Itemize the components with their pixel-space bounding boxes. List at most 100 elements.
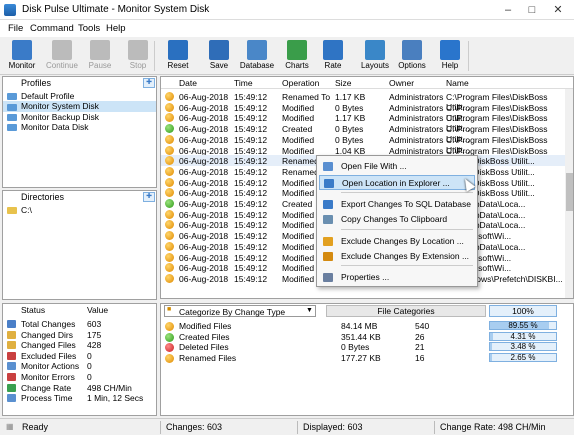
cell-op: Modified [282, 241, 315, 252]
toolbar-help-button[interactable]: Help [430, 38, 470, 74]
scrollbar-thumb[interactable] [566, 173, 573, 211]
status-icon [165, 92, 174, 101]
menu-tools[interactable]: Tools [78, 23, 100, 34]
menu-separator [341, 192, 473, 193]
table-row[interactable]: 06-Aug-2018 15:49:12 Renamed To 1.17 KB Admi… [161, 91, 565, 112]
table-row[interactable]: 06-Aug-2018 15:49:12 Created 0 Bytes Adminis… [161, 123, 565, 144]
context-menu-item[interactable]: Open File With ... [319, 159, 475, 174]
toolbar-rate-button[interactable]: Rate [313, 38, 353, 74]
profile-icon [7, 114, 17, 122]
open-file-icon [323, 162, 333, 171]
cell-date: 06-Aug-2018 [179, 113, 229, 124]
cell-date: 06-Aug-2018 [179, 188, 229, 199]
stop-icon [128, 40, 148, 60]
maximize-button[interactable]: □ [522, 2, 542, 18]
profile-icon [7, 103, 17, 111]
profile-icon [7, 93, 17, 101]
toolbar-charts-button[interactable]: Charts [277, 38, 317, 74]
context-menu-item[interactable]: Copy Changes To Clipboard [319, 212, 475, 227]
window-title: Disk Pulse Ultimate - Monitor System Dis… [22, 4, 210, 15]
profile-item[interactable]: Monitor Data Disk [3, 122, 156, 132]
cell-time: 15:49:12 [234, 263, 268, 274]
profile-label: Monitor Backup Disk [21, 111, 99, 122]
status-ready: Ready [22, 422, 49, 432]
context-menu-item[interactable]: Export Changes To SQL Database [319, 197, 475, 212]
menu-help[interactable]: Help [106, 23, 126, 34]
cell-date: 06-Aug-2018 [179, 177, 229, 188]
category-row[interactable]: Renamed Files 177.27 KB 16 2.65 % [161, 353, 573, 364]
profile-item[interactable]: Monitor Backup Disk [3, 112, 156, 122]
status-icon [165, 220, 174, 230]
profile-item[interactable]: Default Profile [3, 91, 156, 101]
toolbar-save-button[interactable]: Save [199, 38, 239, 74]
status-icon [165, 156, 174, 166]
category-row[interactable]: Deleted Files 0 Bytes 21 3.48 % [161, 342, 573, 353]
col-date[interactable]: Date [179, 78, 197, 88]
context-menu-item[interactable]: Exclude Changes By Extension ... [319, 249, 475, 264]
file-categories-button[interactable]: File Categories [326, 305, 486, 317]
options-icon [402, 40, 422, 60]
category-percent: 89.55 % [508, 321, 538, 330]
stats-label: Excluded Files [21, 350, 77, 361]
menu-separator [341, 229, 473, 230]
profiles-collapse-icon[interactable]: ✚ [143, 78, 155, 88]
table-row[interactable]: 06-Aug-2018 15:49:12 Modified 1.17 KB Admini… [161, 112, 565, 133]
col-time[interactable]: Time [234, 78, 253, 88]
status-divider [434, 421, 435, 434]
directory-item[interactable]: C:\ [3, 205, 156, 215]
profile-item[interactable]: Monitor System Disk [3, 101, 156, 112]
folder-icon [7, 207, 17, 215]
close-button[interactable]: ✕ [548, 2, 568, 18]
cell-owner: Administrators [389, 102, 444, 113]
categorize-dropdown[interactable]: ■ Categorize By Change Type ▼ [164, 305, 316, 317]
table-row[interactable]: 06-Aug-2018 15:49:12 Modified 0 Bytes Admini… [161, 102, 565, 123]
cell-op: Modified [282, 102, 315, 113]
table-row[interactable]: 06-Aug-2018 15:49:12 Modified 0 Bytes Admini… [161, 134, 565, 155]
stats-panel: Status Value Total Changes 603 Changed Dir… [2, 303, 157, 416]
toolbar-layouts-button[interactable]: Layouts [355, 38, 395, 74]
cell-size: 1.04 KB [335, 145, 366, 156]
toolbar-label: Pause [88, 61, 112, 70]
toolbar-label: Monitor [8, 61, 36, 70]
cell-date: 06-Aug-2018 [179, 145, 229, 156]
toolbar-continue-button: Continue [42, 38, 82, 74]
status-icon [165, 263, 174, 273]
status-changes: Changes: 603 [166, 422, 223, 432]
cell-op: Modified [282, 231, 315, 242]
menu-separator [341, 265, 473, 266]
context-menu-item[interactable]: Properties ... [319, 270, 475, 285]
col-owner[interactable]: Owner [389, 78, 414, 88]
category-row[interactable]: Created Files 351.44 KB 26 4.31 % [161, 331, 573, 343]
context-menu-item[interactable]: Open Location in Explorer ... [319, 175, 475, 190]
toolbar-options-button[interactable]: Options [392, 38, 432, 74]
menu-command[interactable]: Command [30, 23, 74, 34]
minimize-button[interactable]: – [498, 2, 518, 18]
profiles-header: Profiles [21, 78, 52, 88]
col-name[interactable]: Name [446, 78, 469, 88]
table-scrollbar[interactable] [565, 89, 573, 298]
table-row[interactable]: 06-Aug-2018 15:49:12 Modified 1.04 KB Admini… [161, 145, 565, 166]
cell-date: 06-Aug-2018 [179, 166, 229, 177]
col-size[interactable]: Size [335, 78, 352, 88]
profile-icon [7, 124, 17, 132]
menu-file[interactable]: File [8, 23, 23, 34]
stats-value: 428 [87, 340, 102, 351]
status-divider [160, 421, 161, 434]
directories-collapse-icon[interactable]: ✚ [143, 192, 155, 202]
col-operation[interactable]: Operation [282, 78, 319, 88]
status-icon [165, 209, 174, 219]
copy-clipboard-icon [323, 215, 333, 224]
toolbar-monitor-button[interactable]: Monitor [2, 38, 42, 74]
open-location-icon [324, 179, 334, 188]
database-icon [247, 40, 267, 60]
toolbar-database-button[interactable]: Database [237, 38, 277, 74]
cell-time: 15:49:12 [234, 92, 268, 102]
cell-time: 15:49:12 [234, 156, 268, 167]
context-menu-item[interactable]: Exclude Changes By Location ... [319, 234, 475, 249]
pause-icon [90, 40, 110, 60]
toolbar-reset-button[interactable]: Reset [158, 38, 198, 74]
category-row[interactable]: Modified Files 84.14 MB 540 89.55 % [161, 321, 573, 332]
stats-label: Change Rate [21, 382, 72, 393]
chevron-down-icon: ▼ [306, 307, 313, 314]
cell-owner: Administrators [389, 124, 444, 135]
